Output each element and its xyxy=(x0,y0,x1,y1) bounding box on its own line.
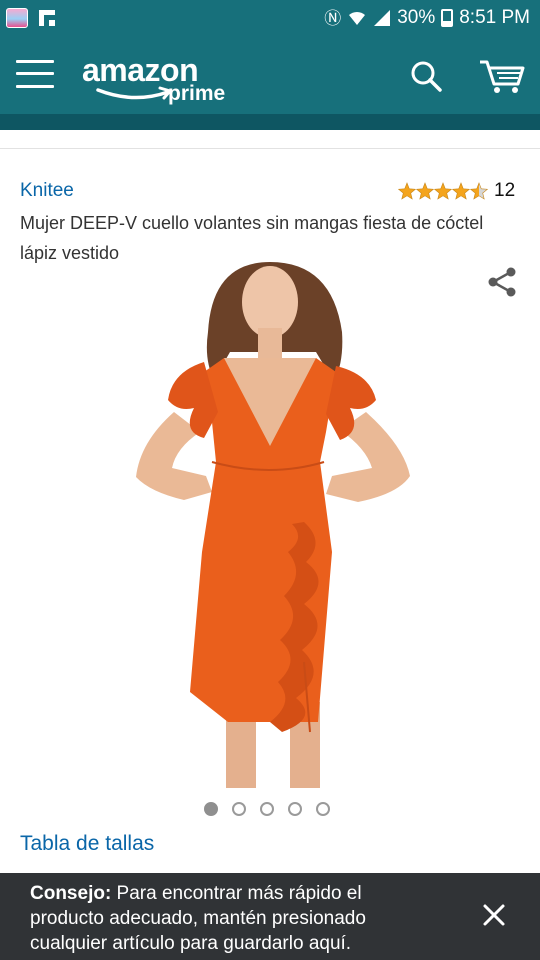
carousel-dot[interactable] xyxy=(204,802,218,816)
subheader-strip xyxy=(0,114,540,130)
share-icon[interactable] xyxy=(486,266,518,298)
close-tip-button[interactable] xyxy=(466,887,522,943)
star-icon xyxy=(398,182,416,200)
clock: 8:51 PM xyxy=(459,7,530,28)
image-carousel-dots[interactable] xyxy=(204,802,330,816)
battery-percent: 30% xyxy=(397,7,436,28)
carousel-dot[interactable] xyxy=(288,802,302,816)
nfc-icon: Ⓝ xyxy=(324,8,342,28)
carousel-dot[interactable] xyxy=(316,802,330,816)
carousel-dot[interactable] xyxy=(232,802,246,816)
logo-smile-arrow xyxy=(96,86,173,100)
menu-icon[interactable] xyxy=(16,58,54,90)
flipboard-icon xyxy=(39,10,55,26)
battery-icon xyxy=(441,9,454,27)
search-icon[interactable] xyxy=(408,58,444,94)
star-icon xyxy=(416,182,434,200)
photo-app-icon xyxy=(6,8,28,28)
star-rating xyxy=(398,182,488,200)
star-icon xyxy=(434,182,452,200)
size-chart-link[interactable]: Tabla de tallas xyxy=(20,832,154,856)
wifi-icon xyxy=(349,11,366,25)
signal-icon xyxy=(374,10,391,26)
tip-label: Consejo: xyxy=(30,883,112,904)
product-title: Mujer DEEP-V cuello volantes sin mangas … xyxy=(20,213,484,263)
star-icon xyxy=(452,182,470,200)
amazon-prime-logo[interactable]: amazon prime xyxy=(82,52,232,105)
tip-text: Consejo: Para encontrar más rápido el pr… xyxy=(30,881,440,956)
carousel-dot[interactable] xyxy=(260,802,274,816)
cart-icon[interactable] xyxy=(478,56,526,96)
brand-link[interactable]: Knitee xyxy=(20,180,74,202)
logo-prime: prime xyxy=(168,82,226,105)
review-count: 12 xyxy=(494,180,516,201)
star-icon xyxy=(470,182,488,200)
status-bar: Ⓝ 30% 8:51 PM xyxy=(0,0,540,36)
close-icon xyxy=(483,904,505,926)
divider xyxy=(0,148,540,149)
tip-toast: Consejo: Para encontrar más rápido el pr… xyxy=(0,873,540,960)
rating[interactable]: 12 xyxy=(398,180,515,202)
app-header: amazon prime xyxy=(0,36,540,114)
product-image[interactable] xyxy=(120,262,420,792)
